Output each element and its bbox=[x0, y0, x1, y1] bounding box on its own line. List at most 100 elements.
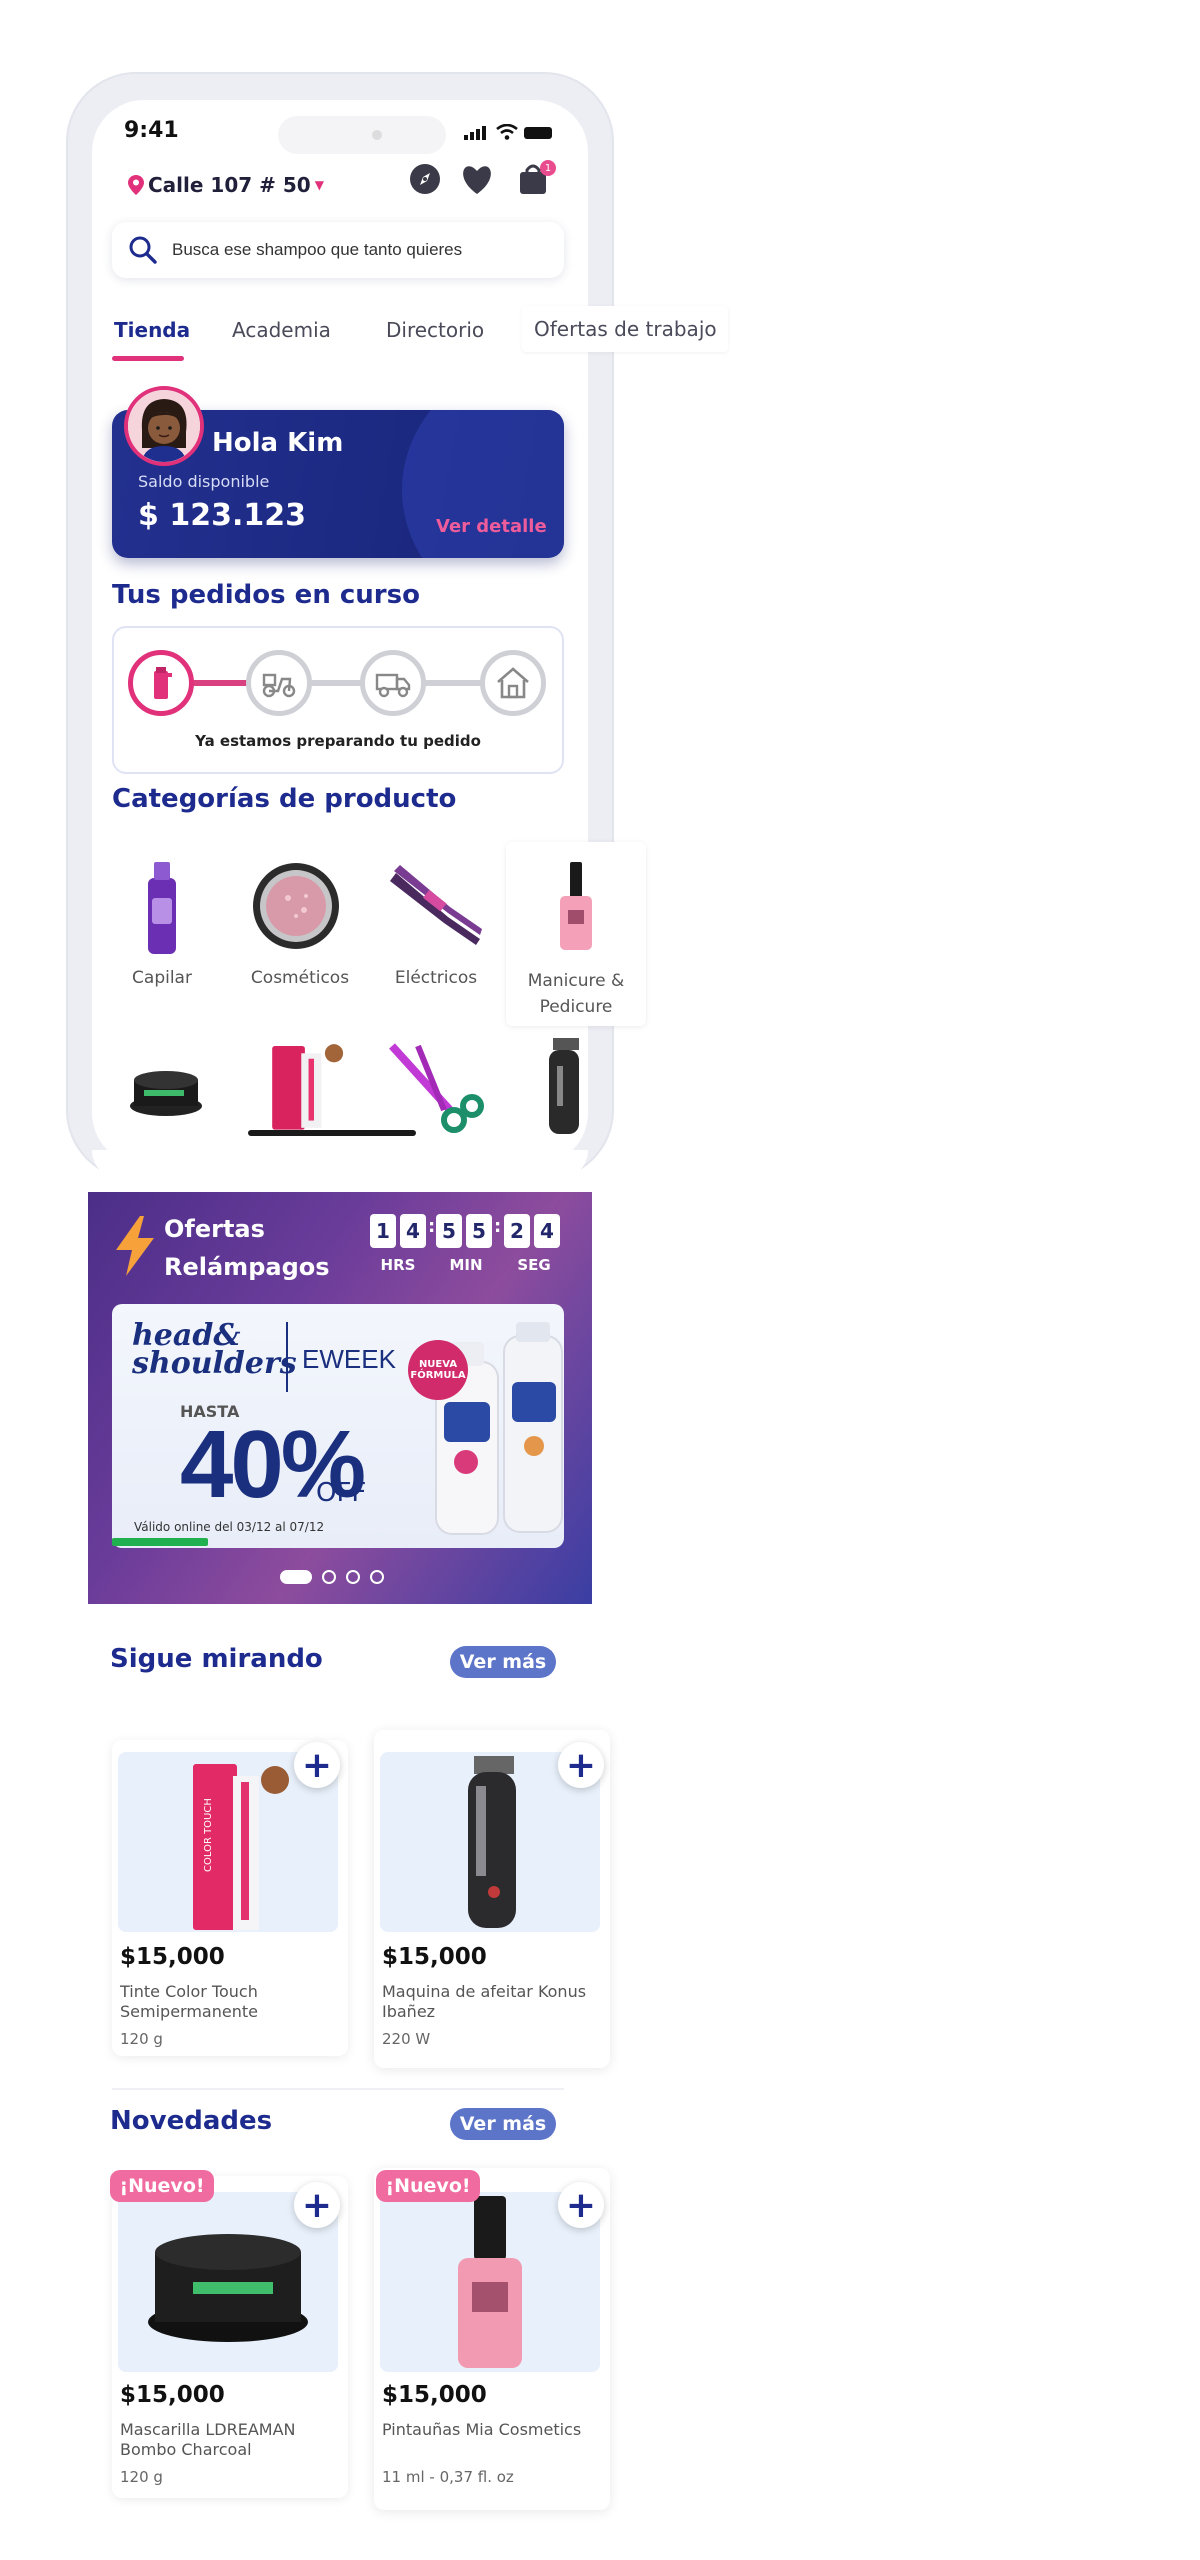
delivery-truck-icon bbox=[375, 673, 411, 698]
tab-ofertas-de-trabajo[interactable]: Ofertas de trabajo bbox=[522, 306, 728, 352]
step-delivered bbox=[480, 650, 546, 716]
charcoal-mask-jar-icon[interactable] bbox=[116, 1040, 216, 1140]
carousel-dot[interactable] bbox=[322, 1570, 336, 1584]
heart-icon[interactable] bbox=[458, 160, 496, 198]
hair-clipper-image bbox=[468, 1756, 516, 1928]
lightning-icon bbox=[116, 1216, 154, 1276]
status-time: 9:41 bbox=[124, 118, 179, 143]
screen-bottom-edge bbox=[92, 1150, 588, 1180]
balance-label: Saldo disponible bbox=[138, 472, 270, 491]
hair-dye-box-image: COLOR TOUCH bbox=[193, 1764, 289, 1930]
search-input[interactable] bbox=[172, 240, 532, 260]
countdown-digit: 1 bbox=[370, 1214, 396, 1248]
add-to-cart-button[interactable]: + bbox=[294, 1742, 340, 1788]
product-price: $15,000 bbox=[120, 2382, 225, 2408]
chevron-down-icon: ▼ bbox=[314, 178, 324, 192]
tab-academia[interactable]: Academia bbox=[232, 318, 331, 342]
categories-title: Categorías de producto bbox=[112, 784, 457, 814]
nueva-formula-badge: NUEVA FÓRMULA bbox=[408, 1340, 468, 1400]
tab-tienda[interactable]: Tienda bbox=[114, 318, 190, 342]
product-quantity: 120 g bbox=[120, 2030, 163, 2048]
shampoo-bottle-icon[interactable] bbox=[112, 856, 212, 956]
product-quantity: 120 g bbox=[120, 2468, 163, 2486]
product-price: $15,000 bbox=[120, 1944, 225, 1970]
search-bar[interactable] bbox=[112, 222, 564, 278]
camera-dot bbox=[372, 130, 382, 140]
countdown-separator: : bbox=[494, 1216, 502, 1237]
product-name[interactable]: Mascarilla LDREAMAN Bombo Charcoal bbox=[120, 2420, 330, 2460]
carousel-indicator[interactable] bbox=[280, 1570, 384, 1584]
carousel-dot-active[interactable] bbox=[280, 1570, 312, 1584]
hair-dye-icon bbox=[154, 667, 172, 699]
greeting: Hola Kim bbox=[212, 428, 344, 458]
ver-detalle-link[interactable]: Ver detalle bbox=[436, 516, 547, 537]
brand-separator bbox=[286, 1322, 288, 1392]
event-name: EWEEK bbox=[302, 1344, 396, 1374]
category-selected-indicator bbox=[248, 1130, 416, 1136]
battery-icon bbox=[524, 127, 552, 139]
countdown-unit-hours: HRS bbox=[380, 1256, 416, 1274]
countdown-unit-minutes: MIN bbox=[449, 1256, 483, 1274]
add-to-cart-button[interactable]: + bbox=[558, 2182, 604, 2228]
product-name[interactable]: Pintauñas Mia Cosmetics bbox=[382, 2420, 592, 2440]
svg-text:COLOR TOUCH: COLOR TOUCH bbox=[203, 1798, 214, 1872]
hair-straightener-icon[interactable] bbox=[384, 856, 484, 956]
keep-looking-ver-mas-button[interactable]: Ver más bbox=[450, 1646, 556, 1678]
countdown-digit: 4 bbox=[534, 1214, 560, 1248]
add-to-cart-button[interactable]: + bbox=[294, 2182, 340, 2228]
nuevo-badge: ¡Nuevo! bbox=[110, 2170, 214, 2202]
category-label-electricos[interactable]: Eléctricos bbox=[376, 968, 496, 988]
cart-count-badge: 1 bbox=[540, 160, 556, 176]
carousel-dot[interactable] bbox=[370, 1570, 384, 1584]
category-label-capilar[interactable]: Capilar bbox=[102, 968, 222, 988]
category-label-cosmeticos[interactable]: Cosméticos bbox=[240, 968, 360, 988]
product-quantity: 220 W bbox=[382, 2030, 431, 2048]
new-items-title: Novedades bbox=[110, 2106, 273, 2136]
product-name[interactable]: Maquina de afeitar Konus Ibañez bbox=[382, 1982, 592, 2022]
search-icon bbox=[129, 236, 157, 264]
nail-polish-image bbox=[458, 2196, 522, 2368]
product-price: $15,000 bbox=[382, 1944, 487, 1970]
new-items-ver-mas-button[interactable]: Ver más bbox=[450, 2108, 556, 2140]
scissors-icon[interactable] bbox=[386, 1040, 486, 1140]
delivery-scooter-icon bbox=[262, 673, 296, 698]
delivery-address[interactable]: Calle 107 # 50 ▼ bbox=[128, 170, 324, 200]
compass-icon[interactable] bbox=[406, 160, 444, 198]
countdown-separator: : bbox=[428, 1216, 436, 1237]
section-divider bbox=[112, 2088, 564, 2090]
carousel-dot[interactable] bbox=[346, 1570, 360, 1584]
signal-icon bbox=[464, 126, 486, 140]
dynamic-island bbox=[278, 116, 446, 154]
countdown-digit: 5 bbox=[466, 1214, 492, 1248]
hair-dye-tube-icon[interactable] bbox=[254, 1036, 354, 1136]
product-name[interactable]: Tinte Color Touch Semipermanente bbox=[120, 1982, 330, 2022]
nail-polish-icon[interactable] bbox=[526, 856, 626, 956]
promo-off: OFF bbox=[316, 1478, 367, 1508]
countdown-digit: 2 bbox=[504, 1214, 530, 1248]
step-preparing bbox=[128, 650, 194, 716]
banner-timer-bar bbox=[112, 1538, 208, 1546]
nuevo-badge: ¡Nuevo! bbox=[376, 2170, 480, 2202]
address-text: Calle 107 # 50 bbox=[148, 173, 311, 197]
category-label-manicure[interactable]: Manicure & Pedicure bbox=[516, 968, 636, 1020]
brand-logo: head& shoulders bbox=[132, 1318, 297, 1381]
product-quantity: 11 ml - 0,37 fl. oz bbox=[382, 2468, 514, 2486]
step-on-the-way bbox=[360, 650, 426, 716]
countdown-digit: 5 bbox=[436, 1214, 462, 1248]
countdown-unit-seconds: SEG bbox=[517, 1256, 551, 1274]
avatar[interactable] bbox=[124, 386, 204, 466]
home-icon bbox=[497, 667, 529, 699]
orders-title: Tus pedidos en curso bbox=[112, 580, 420, 610]
tab-directorio[interactable]: Directorio bbox=[386, 318, 484, 342]
product-price: $15,000 bbox=[382, 2382, 487, 2408]
compact-powder-icon[interactable] bbox=[246, 856, 346, 956]
location-pin-icon bbox=[128, 175, 144, 195]
countdown-digit: 4 bbox=[400, 1214, 426, 1248]
order-status-text: Ya estamos preparando tu pedido bbox=[195, 732, 481, 750]
wifi-icon bbox=[496, 124, 518, 140]
add-to-cart-button[interactable]: + bbox=[558, 1742, 604, 1788]
flash-sale-title: Ofertas Relámpagos bbox=[164, 1215, 330, 1281]
hair-clipper-icon[interactable] bbox=[534, 1036, 584, 1136]
promo-validity: Válido online del 03/12 al 07/12 bbox=[134, 1520, 325, 1534]
step-dispatched bbox=[246, 650, 312, 716]
